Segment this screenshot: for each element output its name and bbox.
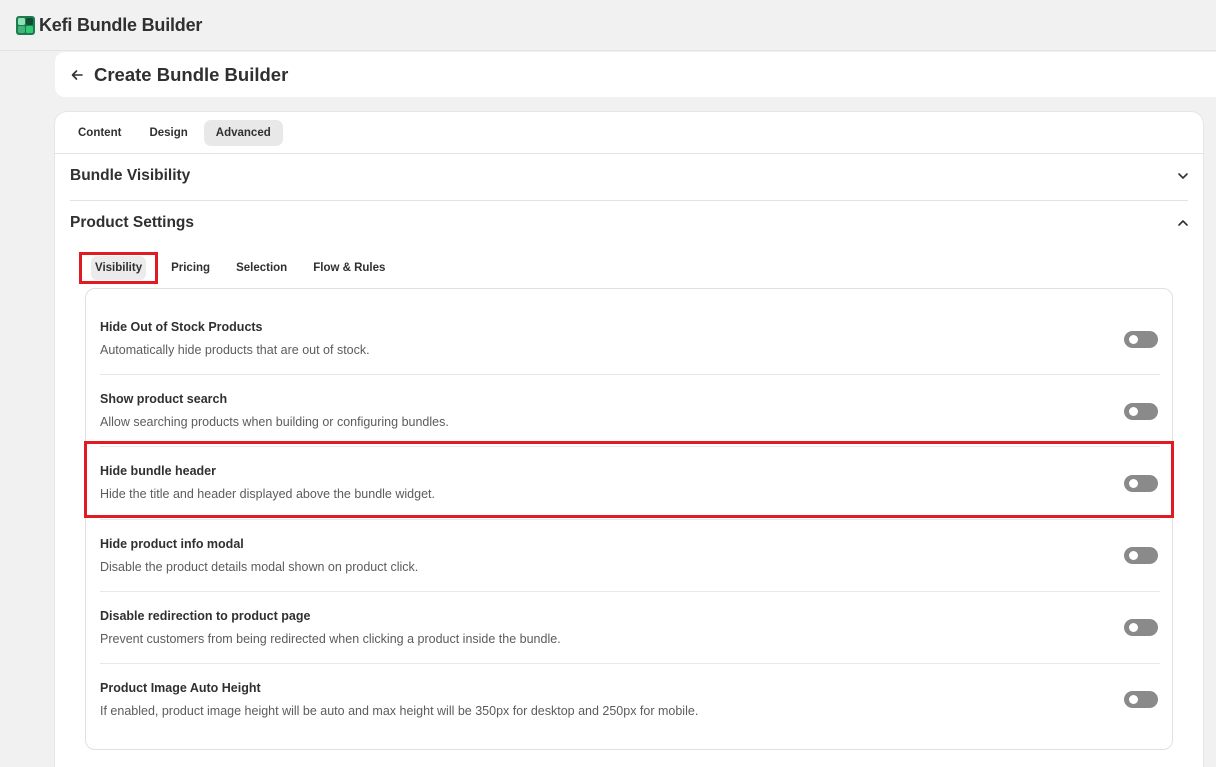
setting-row-show-product-search: Show product search Allow searching prod…: [100, 392, 1160, 429]
toggle-disable-redirection[interactable]: [1124, 619, 1158, 636]
row-divider: [100, 519, 1160, 520]
subtab-visibility[interactable]: Visibility: [79, 252, 159, 284]
setting-description: Prevent customers from being redirected …: [100, 632, 561, 646]
page-title: Create Bundle Builder: [94, 63, 289, 85]
setting-title: Hide Out of Stock Products: [100, 320, 263, 334]
setting-description: If enabled, product image height will be…: [100, 704, 699, 718]
tabs-divider: [55, 153, 1203, 154]
subtab-flow-rules[interactable]: Flow & Rules: [300, 252, 398, 284]
chevron-down-icon[interactable]: [1176, 169, 1190, 183]
toggle-hide-out-of-stock[interactable]: [1124, 331, 1158, 348]
app-name: Kefi Bundle Builder: [39, 14, 203, 35]
product-settings-subtabs: Visibility Pricing Selection Flow & Rule…: [79, 252, 398, 284]
setting-description: Hide the title and header displayed abov…: [100, 487, 435, 501]
toggle-knob: [1129, 335, 1138, 344]
setting-description: Disable the product details modal shown …: [100, 560, 419, 574]
setting-row-hide-product-info-modal: Hide product info modal Disable the prod…: [100, 537, 1160, 574]
settings-card: Content Design Advanced Bundle Visibilit…: [55, 112, 1203, 767]
setting-row-hide-out-of-stock: Hide Out of Stock Products Automatically…: [100, 320, 1160, 357]
setting-row-disable-redirection: Disable redirection to product page Prev…: [100, 609, 1160, 646]
subtab-selection[interactable]: Selection: [223, 252, 300, 284]
toggle-knob: [1129, 407, 1138, 416]
visibility-settings-list: Hide Out of Stock Products Automatically…: [85, 288, 1173, 750]
toggle-hide-bundle-header[interactable]: [1124, 475, 1158, 492]
main-tabs: Content Design Advanced: [66, 120, 283, 146]
tab-advanced[interactable]: Advanced: [203, 120, 283, 146]
section-bundle-visibility[interactable]: Bundle Visibility: [70, 164, 1190, 188]
arrow-left-icon[interactable]: [69, 67, 85, 83]
toggle-knob: [1129, 623, 1138, 632]
setting-description: Allow searching products when building o…: [100, 415, 449, 429]
row-divider: [100, 591, 1160, 592]
subtab-pricing[interactable]: Pricing: [158, 252, 223, 284]
setting-row-product-image-auto-height: Product Image Auto Height If enabled, pr…: [100, 681, 1160, 718]
tab-content[interactable]: Content: [66, 120, 133, 146]
toggle-knob: [1129, 479, 1138, 488]
kefi-logo-icon: [16, 15, 35, 35]
toggle-hide-product-info-modal[interactable]: [1124, 547, 1158, 564]
toggle-show-product-search[interactable]: [1124, 403, 1158, 420]
setting-title: Hide product info modal: [100, 537, 244, 551]
toggle-product-image-auto-height[interactable]: [1124, 691, 1158, 708]
section-divider: [70, 200, 1188, 201]
setting-title: Disable redirection to product page: [100, 609, 311, 623]
toggle-knob: [1129, 551, 1138, 560]
section-product-settings[interactable]: Product Settings: [70, 211, 1190, 235]
setting-title: Show product search: [100, 392, 228, 406]
setting-description: Automatically hide products that are out…: [100, 343, 370, 357]
section-title: Bundle Visibility: [70, 167, 191, 184]
chevron-up-icon[interactable]: [1176, 216, 1190, 230]
setting-title: Product Image Auto Height: [100, 681, 261, 695]
row-divider: [100, 374, 1160, 375]
subtab-label: Visibility: [91, 256, 147, 280]
page-header: Create Bundle Builder: [55, 52, 1216, 97]
toggle-knob: [1129, 695, 1138, 704]
section-title: Product Settings: [70, 214, 195, 231]
row-divider: [100, 446, 1160, 447]
row-divider: [100, 663, 1160, 664]
setting-row-hide-bundle-header: Hide bundle header Hide the title and he…: [100, 464, 1160, 501]
tab-design[interactable]: Design: [137, 120, 199, 146]
app-bar: Kefi Bundle Builder: [0, 0, 1216, 51]
setting-title: Hide bundle header: [100, 464, 216, 478]
